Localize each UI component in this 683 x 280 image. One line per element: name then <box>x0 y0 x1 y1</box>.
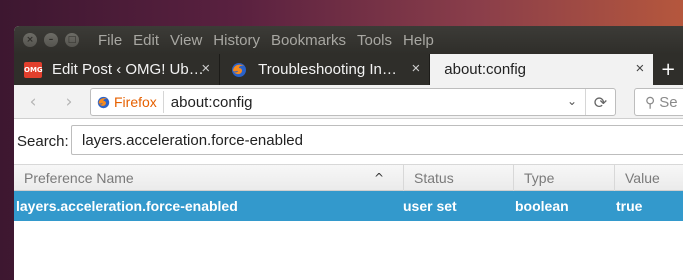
sort-ascending-icon: ^ <box>374 171 385 185</box>
menu-help[interactable]: Help <box>403 32 434 49</box>
column-header-status[interactable]: Status <box>403 165 513 191</box>
back-button[interactable]: ‹ <box>22 90 44 114</box>
column-header-value[interactable]: Value <box>614 165 683 191</box>
column-header-type[interactable]: Type <box>513 165 614 191</box>
forward-button[interactable]: › <box>58 90 80 114</box>
tab-title: about:config <box>444 61 527 78</box>
browser-window: × – □ File Edit View History Bookmarks T… <box>14 26 683 280</box>
tab-about-config[interactable]: about:config × <box>430 54 654 85</box>
search-label: Search: <box>17 132 69 150</box>
status-cell: user set <box>403 198 457 214</box>
navigation-bar: ‹ › Firefox about:config ⌄ ⟳ ⚲ Se <box>14 85 683 119</box>
new-tab-button[interactable]: + <box>653 54 683 85</box>
identity-label: Firefox <box>114 94 157 110</box>
menu-edit[interactable]: Edit <box>133 32 159 49</box>
close-tab-icon[interactable]: × <box>636 60 645 77</box>
chevron-down-icon[interactable]: ⌄ <box>567 94 577 108</box>
tab-troubleshooting[interactable]: Troubleshooting In… × <box>220 54 431 85</box>
filter-row: Search: layers.acceleration.force-enable… <box>14 125 683 157</box>
menu-bookmarks[interactable]: Bookmarks <box>271 32 346 49</box>
table-row[interactable]: layers.acceleration.force-enabled user s… <box>14 191 683 221</box>
firefox-logo-icon <box>97 96 110 108</box>
type-cell: boolean <box>515 198 569 214</box>
about-config-page: Search: layers.acceleration.force-enable… <box>14 119 683 280</box>
tab-strip: OMG Edit Post ‹ OMG! Ub… × Troubleshooti… <box>14 54 683 85</box>
close-tab-icon[interactable]: × <box>412 60 421 77</box>
url-bar[interactable]: Firefox about:config ⌄ ⟳ <box>90 88 616 116</box>
menu-view[interactable]: View <box>170 32 202 49</box>
minimize-window-button[interactable]: – <box>44 33 58 47</box>
column-header-preference-name[interactable]: Preference Name <box>14 165 403 191</box>
window-controls: × – □ <box>14 33 98 47</box>
close-tab-icon[interactable]: × <box>201 60 210 77</box>
omg-logo-icon: OMG <box>24 61 43 78</box>
firefox-logo-icon <box>232 62 247 77</box>
tab-edit-post[interactable]: OMG Edit Post ‹ OMG! Ub… × <box>14 54 221 85</box>
close-window-button[interactable]: × <box>23 33 37 47</box>
search-icon: ⚲ <box>645 93 656 110</box>
search-box[interactable]: ⚲ Se <box>634 88 683 116</box>
menu-tools[interactable]: Tools <box>357 32 392 49</box>
title-bar: × – □ File Edit View History Bookmarks T… <box>14 26 683 54</box>
reload-button[interactable]: ⟳ <box>585 89 615 115</box>
tab-title: Edit Post ‹ OMG! Ub… <box>52 61 204 78</box>
table-header: Preference Name ^ Status Type Value <box>14 164 683 191</box>
value-cell: true <box>616 198 643 214</box>
identity-box[interactable]: Firefox <box>91 91 164 113</box>
maximize-window-button[interactable]: □ <box>65 33 79 47</box>
menu-history[interactable]: History <box>213 32 260 49</box>
tab-title: Troubleshooting In… <box>258 61 397 78</box>
menu-file[interactable]: File <box>98 32 122 49</box>
search-input[interactable]: layers.acceleration.force-enabled <box>71 125 683 155</box>
menu-bar: File Edit View History Bookmarks Tools H… <box>98 32 445 49</box>
url-input[interactable]: about:config <box>164 94 253 111</box>
preference-name-cell: layers.acceleration.force-enabled <box>16 198 238 214</box>
search-placeholder: Se <box>659 93 678 111</box>
